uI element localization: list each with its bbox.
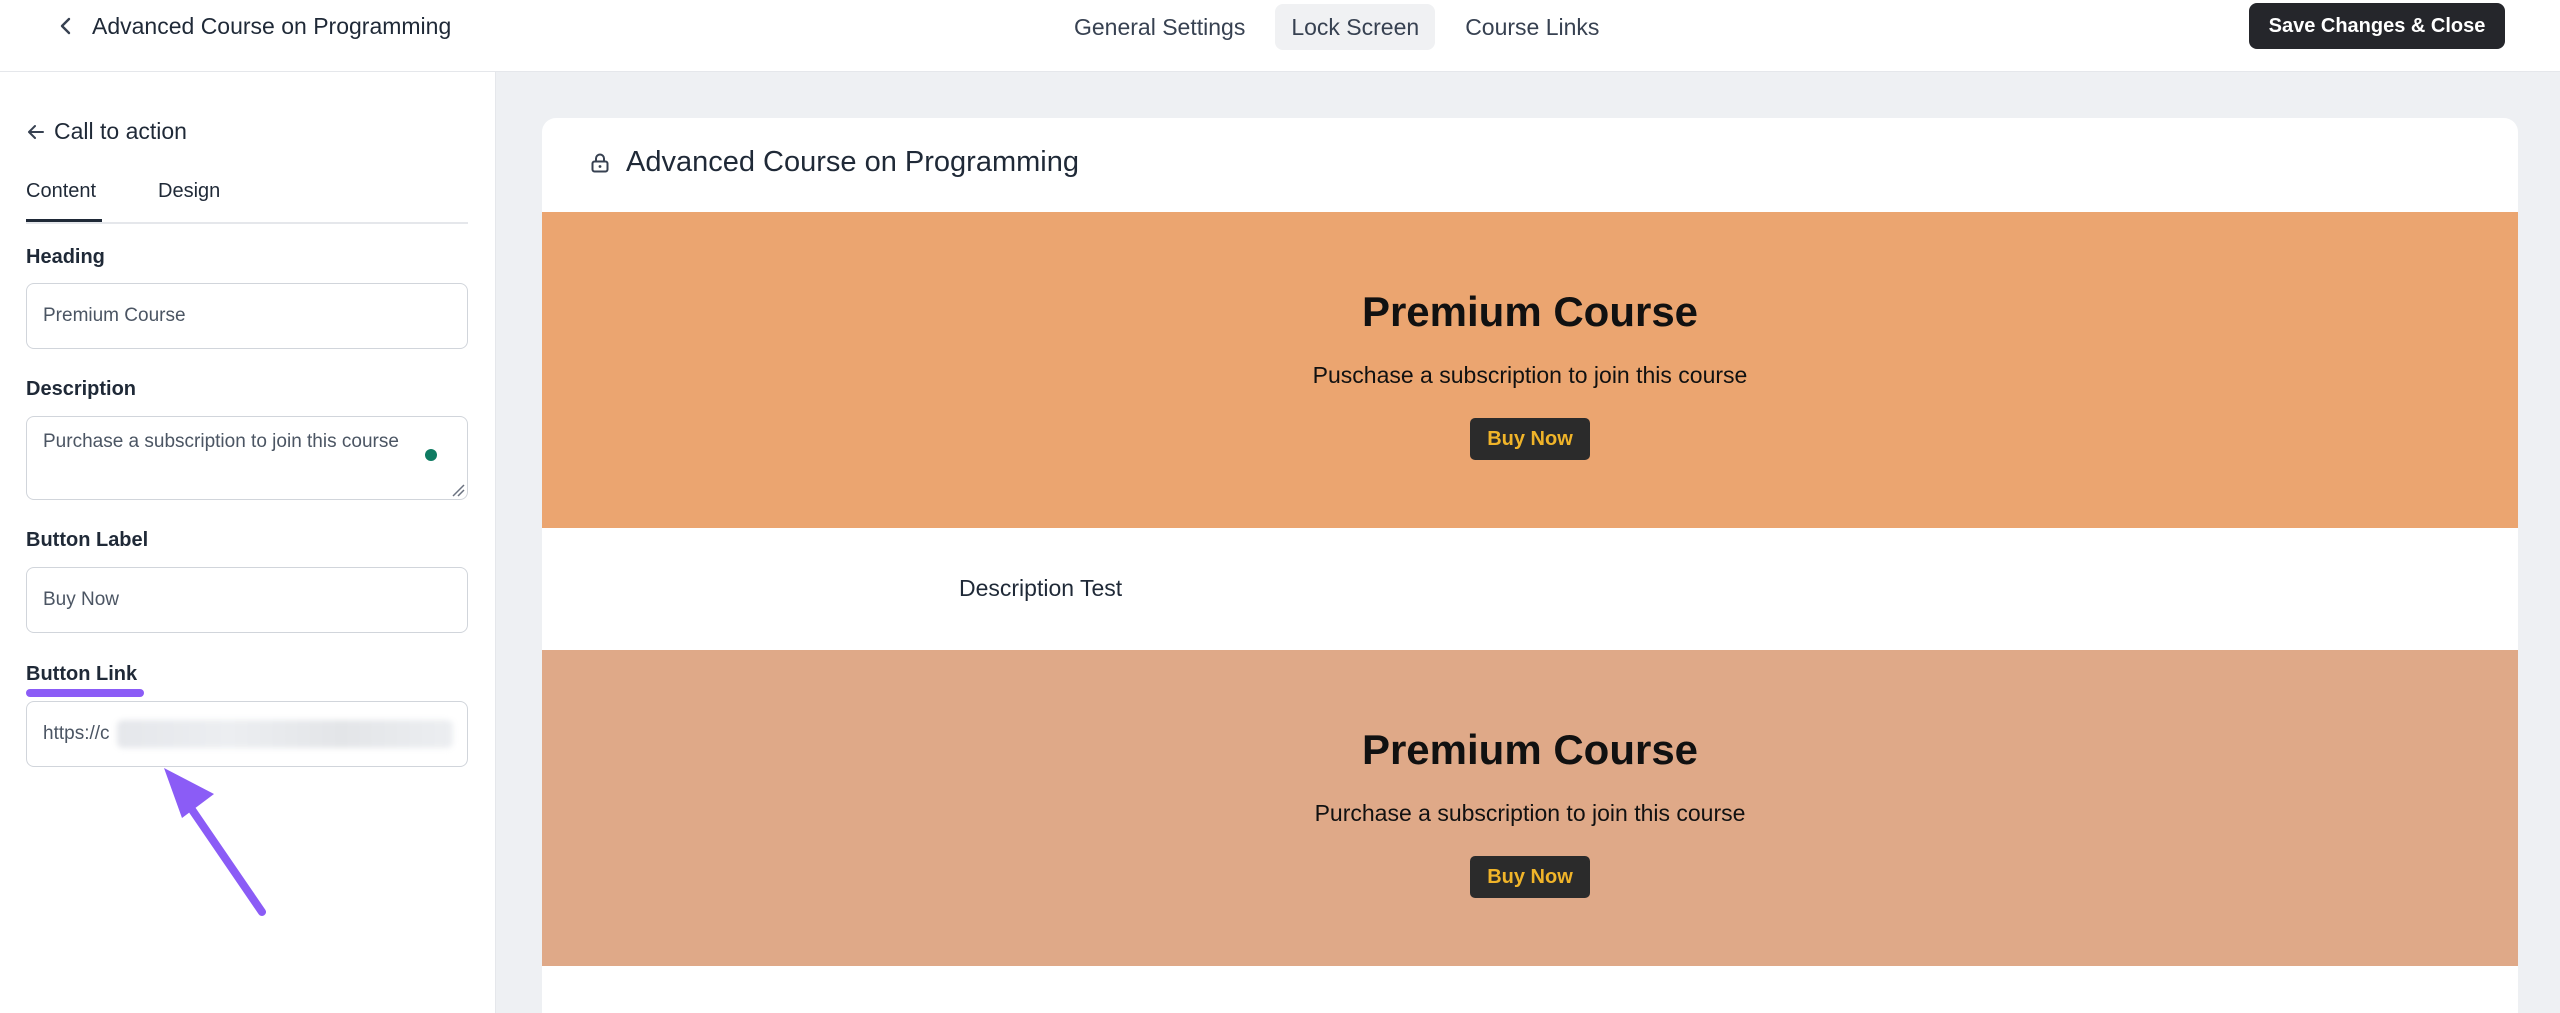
call-to-action-label: Call to action xyxy=(54,118,187,144)
resize-handle-icon[interactable] xyxy=(451,483,465,497)
description-label: Description xyxy=(26,378,137,400)
heading-label: Heading xyxy=(26,246,105,268)
description-text: Description Test xyxy=(959,575,1123,601)
settings-sidebar: Call to action Content Design Heading Pr… xyxy=(0,72,496,1013)
buy-now-button[interactable]: Buy Now xyxy=(1470,856,1590,898)
cta-banner: Premium Course Purchase a subscription t… xyxy=(542,650,2518,966)
arrow-left-icon xyxy=(28,124,44,139)
tab-course-links[interactable]: Course Links xyxy=(1449,4,1615,50)
tab-lock-screen[interactable]: Lock Screen xyxy=(1275,4,1436,50)
highlight-underline xyxy=(26,689,144,697)
preview-header: Advanced Course on Programming xyxy=(588,146,1079,179)
sidebar-tabs: Content Design xyxy=(26,176,468,224)
grammar-indicator-icon xyxy=(425,449,437,461)
banner-subtitle: Puschase a subscription to join this cou… xyxy=(1312,362,1748,388)
button-link-input[interactable]: https://c xyxy=(26,701,468,767)
call-to-action-back[interactable]: Call to action xyxy=(26,118,187,145)
tab-content[interactable]: Content xyxy=(26,176,102,222)
banner-heading: Premium Course xyxy=(1361,288,1699,335)
redacted-link xyxy=(117,720,453,748)
top-bar: Advanced Course on Programming General S… xyxy=(0,0,2560,72)
button-link-label: Button Link xyxy=(26,663,138,685)
banner-subtitle: Purchase a subscription to join this cou… xyxy=(1314,800,1746,826)
buy-now-button[interactable]: Buy Now xyxy=(1470,418,1590,460)
lock-icon xyxy=(591,153,609,172)
button-label-input[interactable]: Buy Now xyxy=(26,567,468,633)
course-title: Advanced Course on Programming xyxy=(92,13,452,39)
top-tabs: General Settings Lock Screen Course Link… xyxy=(1058,4,1615,50)
banner-heading: Premium Course xyxy=(1361,726,1699,773)
annotation-arrow-icon xyxy=(164,768,266,916)
lock-screen-preview: Advanced Course on Programming Premium C… xyxy=(542,118,2518,1013)
button-label-label: Button Label xyxy=(26,529,149,551)
back-button[interactable] xyxy=(50,10,82,42)
cta-banner: Premium Course Puschase a subscription t… xyxy=(542,212,2518,528)
description-textarea[interactable]: Purchase a subscription to join this cou… xyxy=(26,416,468,500)
preview-title: Advanced Course on Programming xyxy=(626,146,1079,178)
heading-input[interactable]: Premium Course xyxy=(26,283,468,349)
tab-general-settings[interactable]: General Settings xyxy=(1058,4,1261,50)
description-value: Purchase a subscription to join this cou… xyxy=(43,431,399,452)
tab-design[interactable]: Design xyxy=(158,176,220,222)
chevron-left-icon xyxy=(60,17,71,35)
button-link-value: https://c xyxy=(43,723,110,744)
save-changes-close-button[interactable]: Save Changes & Close xyxy=(2249,3,2505,49)
